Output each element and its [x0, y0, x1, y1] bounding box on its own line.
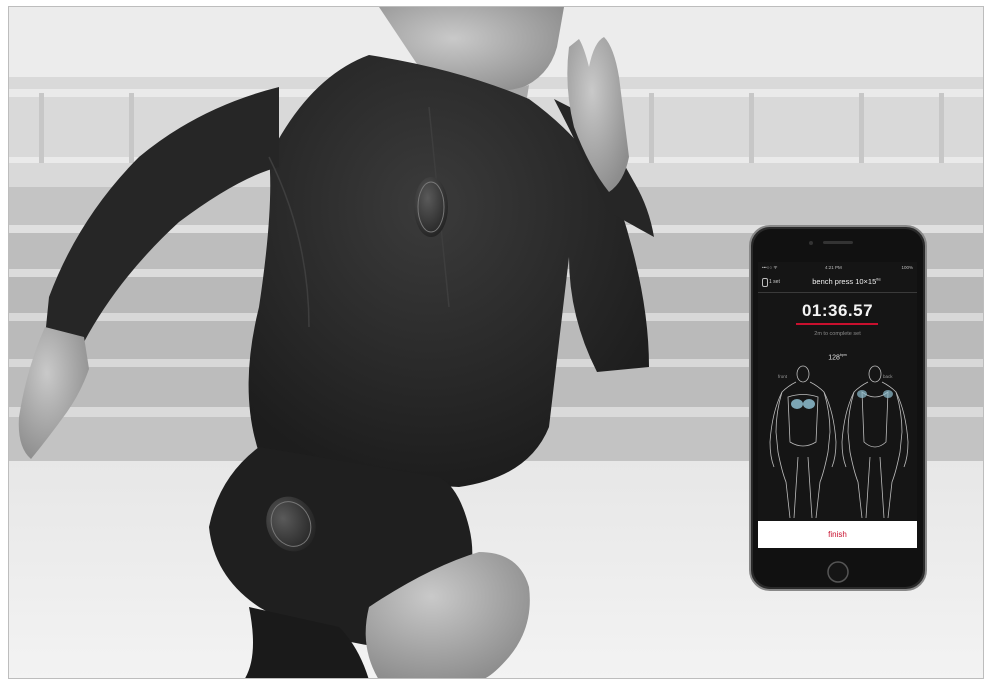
muscle-map	[769, 365, 909, 518]
exercise-unit: lbs	[876, 277, 881, 282]
set-timer: 01:36.57	[801, 301, 874, 320]
app-screen: •••○○ ᯤ 4:21 PM 100% 1 set bench press 1…	[758, 262, 917, 548]
finish-button[interactable]: finish	[758, 521, 917, 548]
set-subtext: 2m to complete set	[814, 331, 861, 337]
heart-rate: 128bpm	[758, 353, 917, 361]
status-bar: •••○○ ᯤ 4:21 PM 100%	[758, 262, 917, 272]
chest-sensor-pod	[414, 177, 448, 237]
smartphone: •••○○ ᯤ 4:21 PM 100% 1 set bench press 1…	[749, 225, 927, 591]
status-battery: 100%	[901, 265, 913, 270]
header-divider	[758, 292, 917, 293]
status-carrier: •••○○ ᯤ	[762, 265, 778, 270]
front-body-figure	[769, 365, 837, 518]
heart-rate-unit: bpm	[839, 353, 847, 357]
exercise-name: bench press 10×15	[812, 277, 877, 286]
back-body-figure	[841, 365, 909, 518]
heart-rate-value: 128	[828, 354, 840, 362]
timer-progress-bar	[796, 323, 878, 325]
exercise-title: bench press 10×15lbs	[758, 277, 917, 286]
chest-highlight	[791, 399, 815, 409]
photo-frame: •••○○ ᯤ 4:21 PM 100% 1 set bench press 1…	[8, 6, 984, 679]
status-time: 4:21 PM	[825, 265, 842, 270]
